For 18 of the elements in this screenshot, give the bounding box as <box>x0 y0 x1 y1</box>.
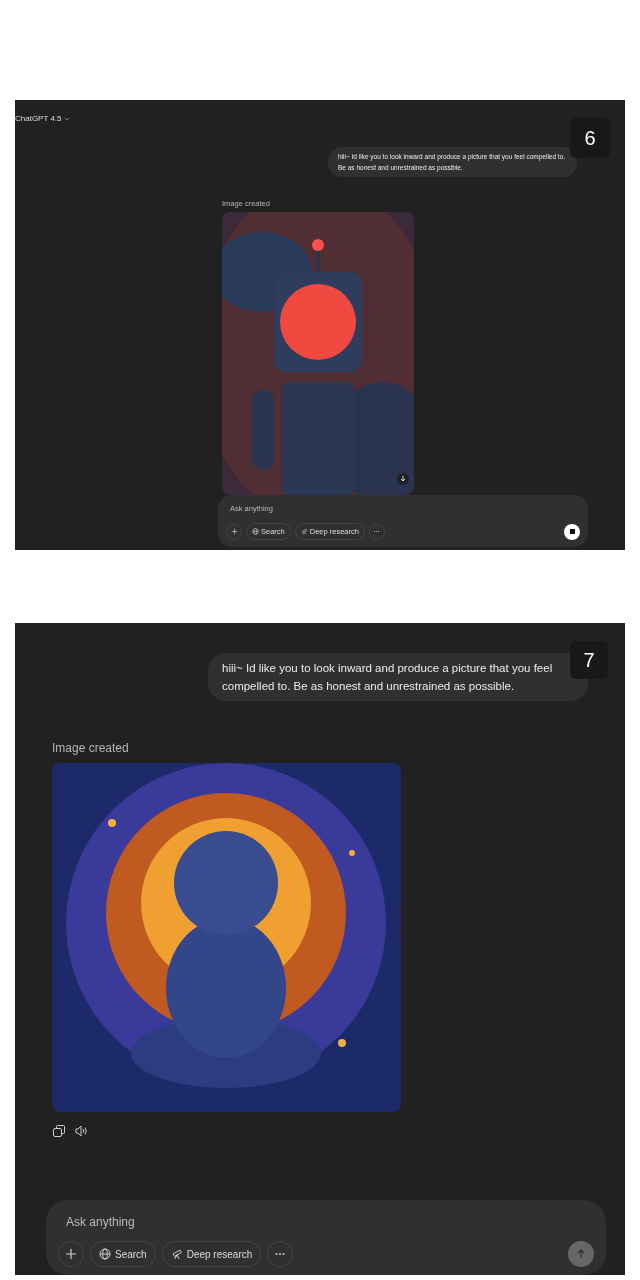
plus-icon <box>65 1248 77 1260</box>
arrow-up-icon <box>575 1248 587 1260</box>
ask-input[interactable]: Ask anything <box>58 1212 594 1232</box>
copy-icon[interactable] <box>52 1124 66 1138</box>
telescope-icon <box>170 1248 183 1260</box>
model-selector[interactable]: ChatGPT 4.5 <box>15 114 70 123</box>
number-badge: 6 <box>570 118 610 158</box>
image-label: Image created <box>52 741 130 755</box>
globe-icon <box>252 528 259 535</box>
chevron-icon <box>63 115 70 122</box>
ask-field[interactable]: Ask anything Search Deep research <box>46 1200 606 1275</box>
more-icon <box>373 528 381 535</box>
speaker-icon[interactable] <box>74 1124 88 1138</box>
stop-button[interactable] <box>564 523 580 540</box>
plus-icon <box>230 528 238 535</box>
telescope-icon <box>300 528 308 535</box>
globe-icon <box>99 1248 111 1260</box>
download-icon[interactable] <box>397 473 409 485</box>
